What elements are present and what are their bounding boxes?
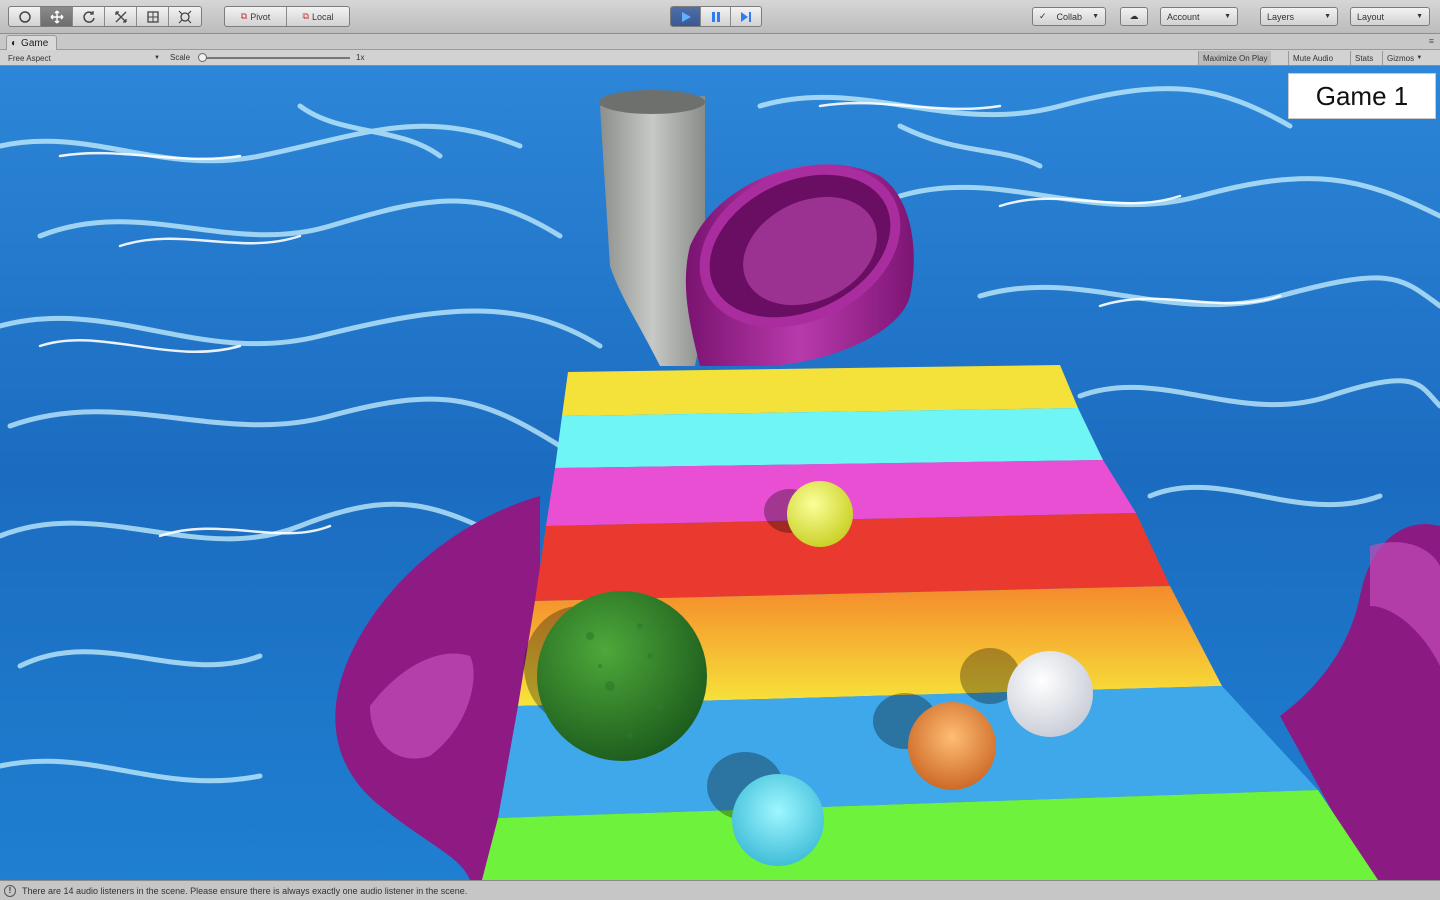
game-number-label: Game 1	[1288, 73, 1436, 119]
scale-slider-thumb[interactable]	[198, 53, 207, 62]
cyan-ball	[732, 774, 824, 866]
scale-value: 1x	[356, 53, 365, 62]
gizmos-dropdown[interactable]: Gizmos ▼	[1382, 51, 1426, 65]
game-number-text: Game 1	[1315, 80, 1409, 111]
rotate-icon	[82, 10, 95, 23]
hand-tool-button[interactable]	[9, 7, 41, 26]
gizmos-label: Gizmos	[1387, 53, 1415, 63]
ramp-stripe-yellow	[562, 365, 1078, 416]
account-dropdown[interactable]: Account ▼	[1160, 7, 1238, 26]
scale-slider-track[interactable]	[200, 57, 350, 59]
pivot-icon: ⧉	[240, 11, 248, 21]
game-controller-icon: ◐	[11, 37, 18, 49]
account-label: Account	[1167, 11, 1200, 22]
pause-icon	[711, 11, 720, 22]
layout-label: Layout	[1357, 11, 1385, 22]
info-icon: !	[4, 884, 16, 897]
collab-dropdown[interactable]: ✓ Collab ▼	[1032, 7, 1106, 26]
play-button[interactable]	[671, 7, 701, 26]
tab-game-label: Game	[21, 37, 49, 49]
orange-ball	[908, 702, 996, 790]
rect-icon	[146, 10, 159, 23]
main-toolbar: ⧉ Pivot ⧉ Local ✓ Collab ▼ ☁ Account ▼ L…	[0, 0, 1440, 34]
collab-label: Collab	[1056, 11, 1083, 22]
rotate-tool-button[interactable]	[73, 7, 105, 26]
pivot-toggle-group: ⧉ Pivot ⧉ Local	[224, 6, 350, 27]
layout-dropdown[interactable]: Layout ▼	[1350, 7, 1430, 26]
step-icon	[741, 11, 751, 22]
chevron-down-icon: ▼	[154, 55, 160, 61]
tab-menu-icon[interactable]: ≡	[1429, 36, 1434, 46]
tab-game[interactable]: ◐ Game	[6, 35, 58, 50]
chevron-down-icon: ▼	[1416, 55, 1423, 61]
play-icon	[681, 11, 691, 22]
ramp-stripe-cyan	[555, 408, 1103, 468]
local-icon: ⧉	[302, 11, 309, 21]
pivot-label: Pivot	[250, 11, 271, 22]
pause-button[interactable]	[701, 7, 731, 26]
white-ball	[1007, 651, 1093, 737]
game-scene	[0, 66, 1440, 880]
layers-label: Layers	[1267, 11, 1295, 22]
transform-icon	[178, 10, 192, 23]
hand-icon	[18, 10, 31, 23]
chevron-down-icon: ▼	[1224, 13, 1231, 20]
pivot-button[interactable]: ⧉ Pivot	[225, 7, 287, 26]
rect-tool-button[interactable]	[137, 7, 169, 26]
maximize-on-play-label: Maximize On Play	[1203, 53, 1268, 63]
aspect-label: Free Aspect	[8, 53, 51, 63]
aspect-dropdown[interactable]: Free Aspect ▼	[4, 52, 164, 64]
chevron-down-icon: ▼	[1092, 13, 1099, 20]
grey-pipe-opening	[599, 90, 705, 114]
scale-label: Scale	[170, 53, 191, 62]
ramp-stripe-red	[535, 513, 1170, 601]
stats-label: Stats	[1355, 53, 1374, 63]
chevron-down-icon: ▼	[1416, 13, 1423, 20]
layers-dropdown[interactable]: Layers ▼	[1260, 7, 1338, 26]
mute-audio-toggle[interactable]: Mute Audio	[1288, 51, 1337, 65]
game-view-toolbar: Free Aspect ▼ Scale 1x Maximize On Play …	[0, 50, 1440, 66]
yellow-ball	[787, 481, 853, 547]
move-tool-button[interactable]	[41, 7, 73, 26]
maximize-on-play-toggle[interactable]: Maximize On Play	[1198, 51, 1272, 65]
game-viewport[interactable]: Game 1	[0, 66, 1440, 880]
collab-check-icon: ✓	[1039, 11, 1047, 21]
transform-tool-button[interactable]	[169, 7, 201, 26]
green-textured-ball	[537, 591, 707, 761]
tab-bar: ◐ Game ≡	[0, 34, 1440, 50]
cloud-icon: ☁	[1129, 11, 1139, 21]
playmode-controls	[670, 6, 762, 27]
chevron-down-icon: ▼	[1324, 13, 1331, 20]
local-label: Local	[311, 11, 334, 22]
step-button[interactable]	[731, 7, 761, 26]
cloud-button[interactable]: ☁	[1120, 7, 1148, 26]
mute-audio-label: Mute Audio	[1293, 53, 1334, 63]
status-message: There are 14 audio listeners in the scen…	[22, 885, 468, 896]
scale-tool-button[interactable]	[105, 7, 137, 26]
scale-icon	[114, 10, 127, 23]
transform-tools	[8, 6, 202, 27]
local-button[interactable]: ⧉ Local	[287, 7, 349, 26]
console-status-bar[interactable]: ! There are 14 audio listeners in the sc…	[0, 880, 1440, 900]
move-icon	[50, 10, 63, 23]
stats-toggle[interactable]: Stats	[1350, 51, 1377, 65]
